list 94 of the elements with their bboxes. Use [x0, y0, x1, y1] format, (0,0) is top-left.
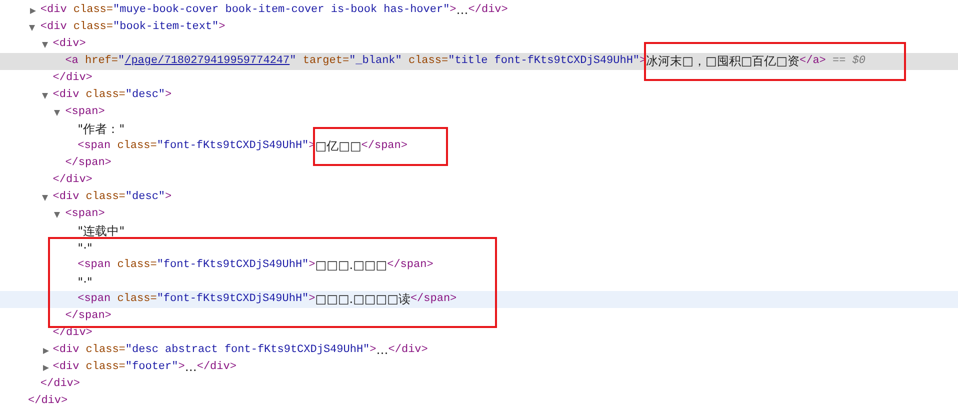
tag-token: <a: [65, 54, 78, 69]
tag-token: <div: [52, 190, 80, 205]
tag-token: <span: [78, 258, 111, 273]
tag-token: <div: [52, 88, 80, 103]
tag-token: >: [178, 360, 185, 375]
attribute-value: "desc abstract font-fKts9tCXDjS49UhH": [125, 343, 370, 358]
attribute-value: "muye-book-cover book-item-cover is-book has-hover": [113, 3, 450, 18]
attribute-value: ": [290, 54, 296, 69]
attribute-value: ": [118, 54, 125, 69]
attribute-value: "_blank": [349, 54, 402, 69]
dom-node-line[interactable]: "连载中": [0, 223, 958, 240]
tag-token: <div: [40, 20, 67, 35]
dom-text: …: [456, 2, 468, 19]
attribute-name: href=: [84, 54, 118, 69]
dom-node-line[interactable]: "·": [0, 274, 958, 291]
tag-token: <span: [78, 139, 111, 154]
tag-token: <div: [52, 360, 80, 375]
attribute-value: "font-fKts9tCXDjS49UhH": [156, 292, 309, 307]
tag-token: >: [450, 3, 456, 18]
tag-token: <div>: [52, 37, 86, 52]
dom-text: □亿□□: [315, 138, 362, 155]
tag-token: >: [165, 88, 172, 103]
selected-marker: == $0: [832, 54, 866, 69]
dom-node-line[interactable]: <div class="desc">: [0, 87, 958, 104]
dom-text: …: [184, 359, 197, 376]
disclosure-triangle-icon[interactable]: [42, 348, 49, 354]
dom-node-line[interactable]: <div class="desc">: [0, 189, 958, 206]
tag-token: >: [218, 20, 226, 35]
tag-token: </span>: [65, 156, 112, 171]
attribute-value: "title font-fKts9tCXDjS49UhH": [448, 54, 640, 69]
attribute-name: class=: [72, 3, 114, 18]
tag-token: <span>: [65, 207, 105, 222]
disclosure-triangle-icon[interactable]: [54, 212, 60, 218]
dom-node-line[interactable]: <div class="book-item-text">: [0, 19, 958, 36]
disclosure-triangle-icon[interactable]: [29, 24, 36, 30]
tag-token: </div>: [468, 3, 508, 18]
tag-token: >: [308, 292, 316, 307]
tag-token: </span>: [410, 292, 457, 307]
dom-node-line[interactable]: <div class="footer">…</div>: [0, 359, 958, 376]
attribute-value: "font-fKts9tCXDjS49UhH": [156, 258, 309, 273]
dom-node-line[interactable]: <span>: [0, 206, 958, 223]
dom-text: "作者：": [78, 121, 125, 138]
tag-token: <div: [40, 3, 67, 18]
tag-token: </div>: [52, 326, 92, 341]
tag-token: >: [308, 258, 316, 273]
disclosure-triangle-icon[interactable]: [30, 8, 36, 14]
disclosure-triangle-icon[interactable]: [42, 364, 49, 370]
attribute-value: "book-item-text": [113, 20, 219, 35]
dom-node-line[interactable]: "作者：": [0, 121, 958, 138]
attribute-name: class=: [116, 258, 157, 273]
tag-token: </div>: [40, 377, 80, 392]
tag-token: </div>: [52, 173, 92, 188]
tag-token: >: [165, 190, 172, 205]
tag-token: <span>: [65, 105, 105, 120]
attribute-name: class=: [84, 360, 126, 375]
attribute-name: class=: [84, 88, 126, 103]
attribute-value: "desc": [125, 190, 166, 205]
dom-node-line[interactable]: <span class="font-fKts9tCXDjS49UhH">□□□.□□□</span>: [0, 257, 958, 274]
tag-token: </a>: [800, 54, 826, 69]
tag-token: <span: [78, 292, 111, 307]
dom-text: 冰河末□，□囤积□百亿□资: [646, 53, 800, 70]
disclosure-triangle-icon[interactable]: [42, 92, 48, 98]
tag-token: </div>: [388, 343, 428, 358]
attribute-value: "desc": [125, 88, 166, 103]
attribute-name: class=: [84, 343, 126, 358]
tag-token: >: [370, 343, 376, 358]
dom-text: "·": [78, 274, 92, 291]
tag-token: </div>: [196, 360, 236, 375]
tag-token: </span>: [387, 258, 434, 273]
attribute-name: class=: [407, 54, 448, 69]
dom-node-line[interactable]: <div class="desc abstract font-fKts9tCXDjS49UhH">…</div>: [0, 342, 958, 359]
attribute-value: "footer": [125, 360, 178, 375]
dom-text: □□□.□□□□读: [315, 291, 410, 308]
link[interactable]: /page/7180279419959774247: [124, 53, 290, 70]
tag-token: <div: [52, 343, 80, 358]
tag-token: </div>: [52, 71, 92, 86]
attribute-name: target=: [302, 54, 350, 69]
attribute-name: class=: [116, 292, 157, 307]
attribute-value: "font-fKts9tCXDjS49UhH": [156, 139, 309, 154]
dom-text: □□□.□□□: [315, 257, 388, 274]
dom-text: "·": [78, 240, 92, 257]
disclosure-triangle-icon[interactable]: [54, 110, 60, 116]
dom-node-line[interactable]: "·": [0, 240, 958, 257]
dom-node-line[interactable]: <div class="muye-book-cover book-item-cover is-book has-hover">…</div>: [0, 2, 958, 19]
tag-token: </div>: [28, 394, 68, 409]
attribute-name: class=: [72, 20, 114, 35]
attribute-name: class=: [116, 139, 157, 154]
dom-node-line[interactable]: <span>: [0, 104, 958, 121]
dom-text: "连载中": [78, 223, 125, 240]
disclosure-triangle-icon[interactable]: [42, 194, 48, 200]
dom-text: …: [376, 342, 388, 359]
tag-token: </span>: [65, 309, 112, 324]
attribute-name: class=: [84, 190, 126, 205]
tag-token: </span>: [361, 139, 408, 154]
